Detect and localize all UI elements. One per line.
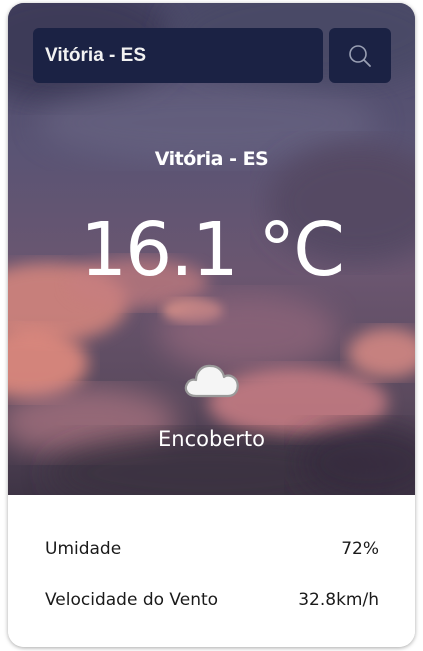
weather-details: Umidade 72% Velocidade do Vento 32.8km/h	[8, 495, 415, 647]
weather-card: Vitória - ES 16.1 °C Encoberto Umidade 7…	[8, 3, 415, 647]
humidity-label: Umidade	[45, 539, 122, 559]
city-search-input[interactable]	[33, 28, 323, 83]
humidity-value: 72%	[341, 539, 379, 559]
weather-description: Encoberto	[158, 427, 265, 451]
city-name: Vitória - ES	[154, 148, 269, 170]
humidity-row: Umidade 72%	[45, 539, 379, 559]
weather-hero: Vitória - ES 16.1 °C Encoberto	[8, 3, 415, 495]
temperature-value: 16.1 °C	[80, 207, 345, 293]
cloud-icon	[184, 364, 239, 398]
search-button[interactable]	[329, 28, 391, 83]
wind-speed-row: Velocidade do Vento 32.8km/h	[45, 590, 379, 610]
wind-speed-value: 32.8km/h	[298, 590, 379, 610]
wind-speed-label: Velocidade do Vento	[45, 590, 219, 610]
search-icon	[349, 44, 371, 67]
